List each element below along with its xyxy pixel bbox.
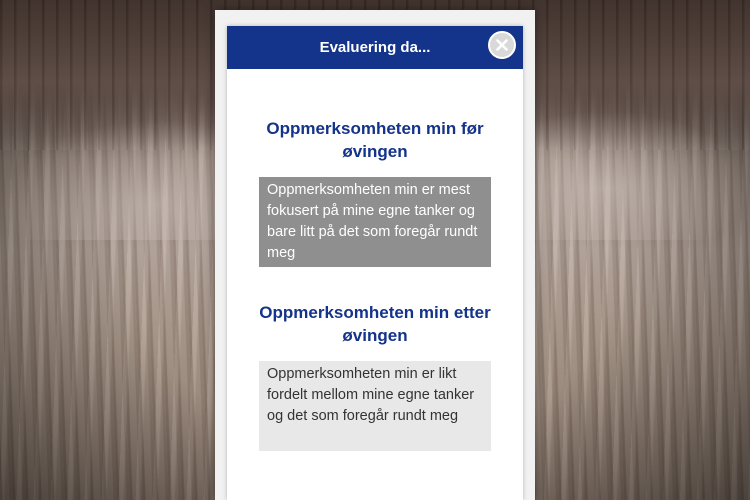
- dialog-title: Evaluering da...: [319, 39, 431, 56]
- close-icon: [496, 39, 508, 51]
- after-answer[interactable]: Oppmerksomheten min er likt fordelt mell…: [259, 361, 491, 451]
- phone-frame: Evaluering da... Oppmerksomheten min før…: [215, 10, 535, 500]
- dialog-header: Evaluering da...: [227, 26, 523, 69]
- evaluation-dialog: Evaluering da... Oppmerksomheten min før…: [227, 26, 523, 500]
- close-button[interactable]: [488, 31, 516, 59]
- background-right-edge: [510, 110, 750, 240]
- after-heading: Oppmerksomheten min etter øvingen: [259, 303, 491, 345]
- before-heading: Oppmerksomheten min før øvingen: [266, 119, 484, 161]
- before-answer[interactable]: Oppmerksomheten min er mest fokusert på …: [259, 177, 491, 267]
